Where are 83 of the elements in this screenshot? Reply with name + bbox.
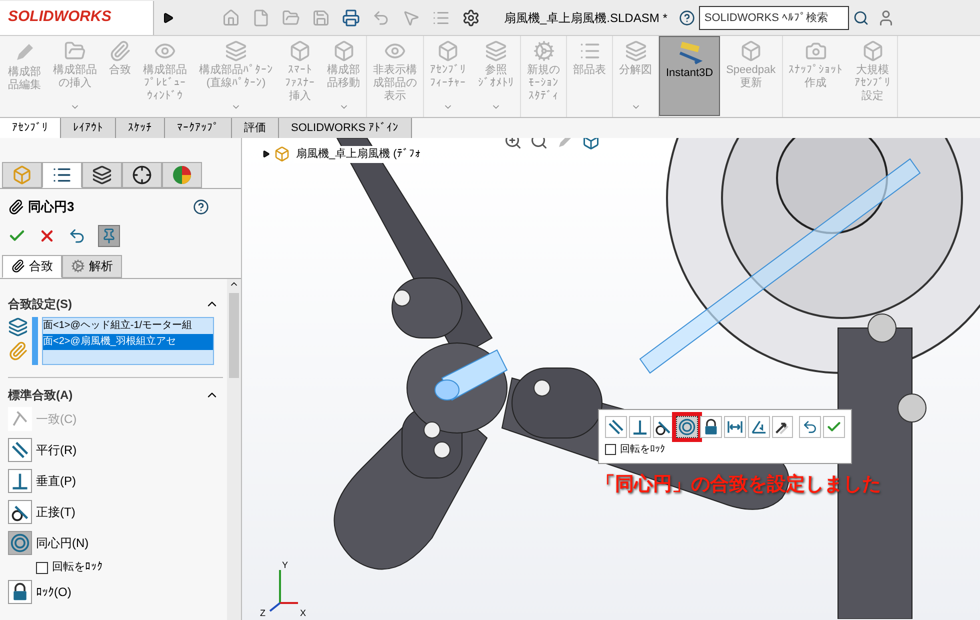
perpendicular-icon (630, 418, 649, 436)
axis-triad-icon (269, 570, 298, 612)
manager-tab[interactable] (122, 162, 162, 188)
tree-root-item[interactable]: 扇風機_卓上扇風機 (ﾃﾞﾌｫ (294, 146, 423, 162)
assembly-icon (274, 146, 290, 162)
selection-list[interactable]: 面<1>@ヘッド組立-1/モーター組 面<2>@扇風機_羽根組立アセ (42, 316, 214, 364)
command-tab[interactable]: ﾚｲｱｳﾄ (61, 118, 116, 138)
parallel-icon (10, 440, 30, 460)
scrollbar-thumb[interactable] (229, 292, 239, 378)
color-wheel-icon (172, 165, 192, 185)
ribbon-tool-icon (804, 40, 827, 62)
ribbon-tool-icon (332, 40, 354, 62)
ribbon-tool-icon (740, 40, 762, 62)
ribbon-tool-icon (225, 40, 247, 62)
undo-icon (802, 419, 818, 435)
axis-label: Y (282, 560, 288, 570)
selection-indicator-bar (32, 316, 38, 364)
mate-popup-button[interactable] (700, 416, 722, 438)
search-icon[interactable] (853, 10, 870, 26)
perpendicular-icon (10, 471, 30, 491)
panel-tab[interactable]: 合致 (2, 254, 62, 278)
settings-icon[interactable] (462, 8, 480, 26)
mate-type-button[interactable]: 垂直(P) (8, 466, 223, 496)
manager-tab[interactable] (42, 162, 82, 188)
section-title: 標準合致(A) (8, 386, 73, 404)
mate-type-button[interactable]: 同心円(N) (8, 528, 223, 558)
window-title: 扇風機_卓上扇風機.SLDASM * (504, 10, 668, 26)
concentric-icon (10, 533, 30, 553)
manager-tab[interactable] (82, 162, 122, 188)
section-title: 合致設定(S) (8, 296, 72, 312)
command-tab[interactable]: ﾏｰｸｱｯﾌﾟ (165, 118, 232, 138)
checkbox-label: 回転をﾛｯｸ (52, 560, 103, 576)
help-icon[interactable] (679, 10, 696, 26)
axis-label: Z (260, 608, 266, 618)
concentric-icon (678, 418, 696, 436)
ribbon-tool-icon (624, 40, 646, 62)
ribbon-button[interactable]: Instant3D (659, 36, 720, 116)
ribbon-tool-icon (64, 40, 86, 62)
command-tab[interactable]: ｱｾﾝﾌﾞﾘ (0, 118, 61, 138)
paperclip-icon (11, 259, 25, 273)
ribbon-tool-icon (437, 40, 459, 62)
mate-popup-button[interactable] (772, 416, 794, 438)
mate-parts-icon (8, 316, 28, 336)
command-tab[interactable]: ｽｹｯﾁ (116, 118, 165, 138)
command-tab[interactable]: SOLIDWORKS ｱﾄﾞｲﾝ (279, 118, 412, 138)
checkbox-label: 回転をﾛｯｸ (620, 443, 665, 457)
selected-face-item[interactable]: 面<1>@ヘッド組立-1/モーター組 (43, 318, 213, 334)
checkbox[interactable] (36, 562, 48, 574)
search-field[interactable]: SOLIDWORKS ﾍﾙﾌﾟ検索 (699, 6, 850, 30)
app-logo[interactable]: SOLIDWORKS (0, 0, 154, 34)
axis-label: X (300, 608, 306, 618)
mate-type-button[interactable]: 平行(R) (8, 434, 223, 466)
paperclip-icon (8, 340, 28, 360)
paperclip-icon (8, 198, 24, 215)
help-icon[interactable] (193, 198, 209, 215)
print-icon[interactable] (342, 8, 360, 26)
crosshair-icon (132, 165, 152, 185)
mate-type-button[interactable]: 正接(T) (8, 496, 223, 528)
ruler-arrow-icon (676, 41, 703, 65)
configuration-icon (92, 165, 112, 185)
angle-icon (750, 418, 768, 436)
pin-button[interactable] (98, 224, 120, 246)
gears-icon (71, 259, 85, 273)
expand-menu-icon[interactable] (162, 12, 174, 24)
parallel-icon (606, 418, 625, 436)
selected-face-item[interactable]: 面<2>@扇風機_羽根組立アセ (43, 334, 213, 350)
ribbon-tool-icon (289, 40, 311, 62)
command-tab[interactable]: 評価 (232, 118, 279, 138)
ribbon-tool-icon (862, 40, 884, 62)
ribbon-tool-icon (532, 40, 554, 62)
undo-button[interactable] (68, 226, 86, 244)
mate-popup-button[interactable] (652, 416, 674, 438)
mate-type-button[interactable]: ﾛｯｸ(O) (8, 576, 223, 608)
logo-text: SOLIDWORKS (8, 7, 112, 28)
feature-title: 同心円3 (28, 198, 74, 216)
checkbox[interactable] (605, 444, 616, 455)
ribbon-tool-icon (485, 40, 507, 62)
expand-arrow-icon[interactable] (262, 150, 270, 158)
undo-icon (68, 226, 86, 244)
pin-icon (101, 228, 117, 244)
panel-tab[interactable]: 解析 (62, 254, 122, 278)
assembly-icon (12, 165, 32, 185)
ribbon-tool-icon (109, 40, 131, 62)
